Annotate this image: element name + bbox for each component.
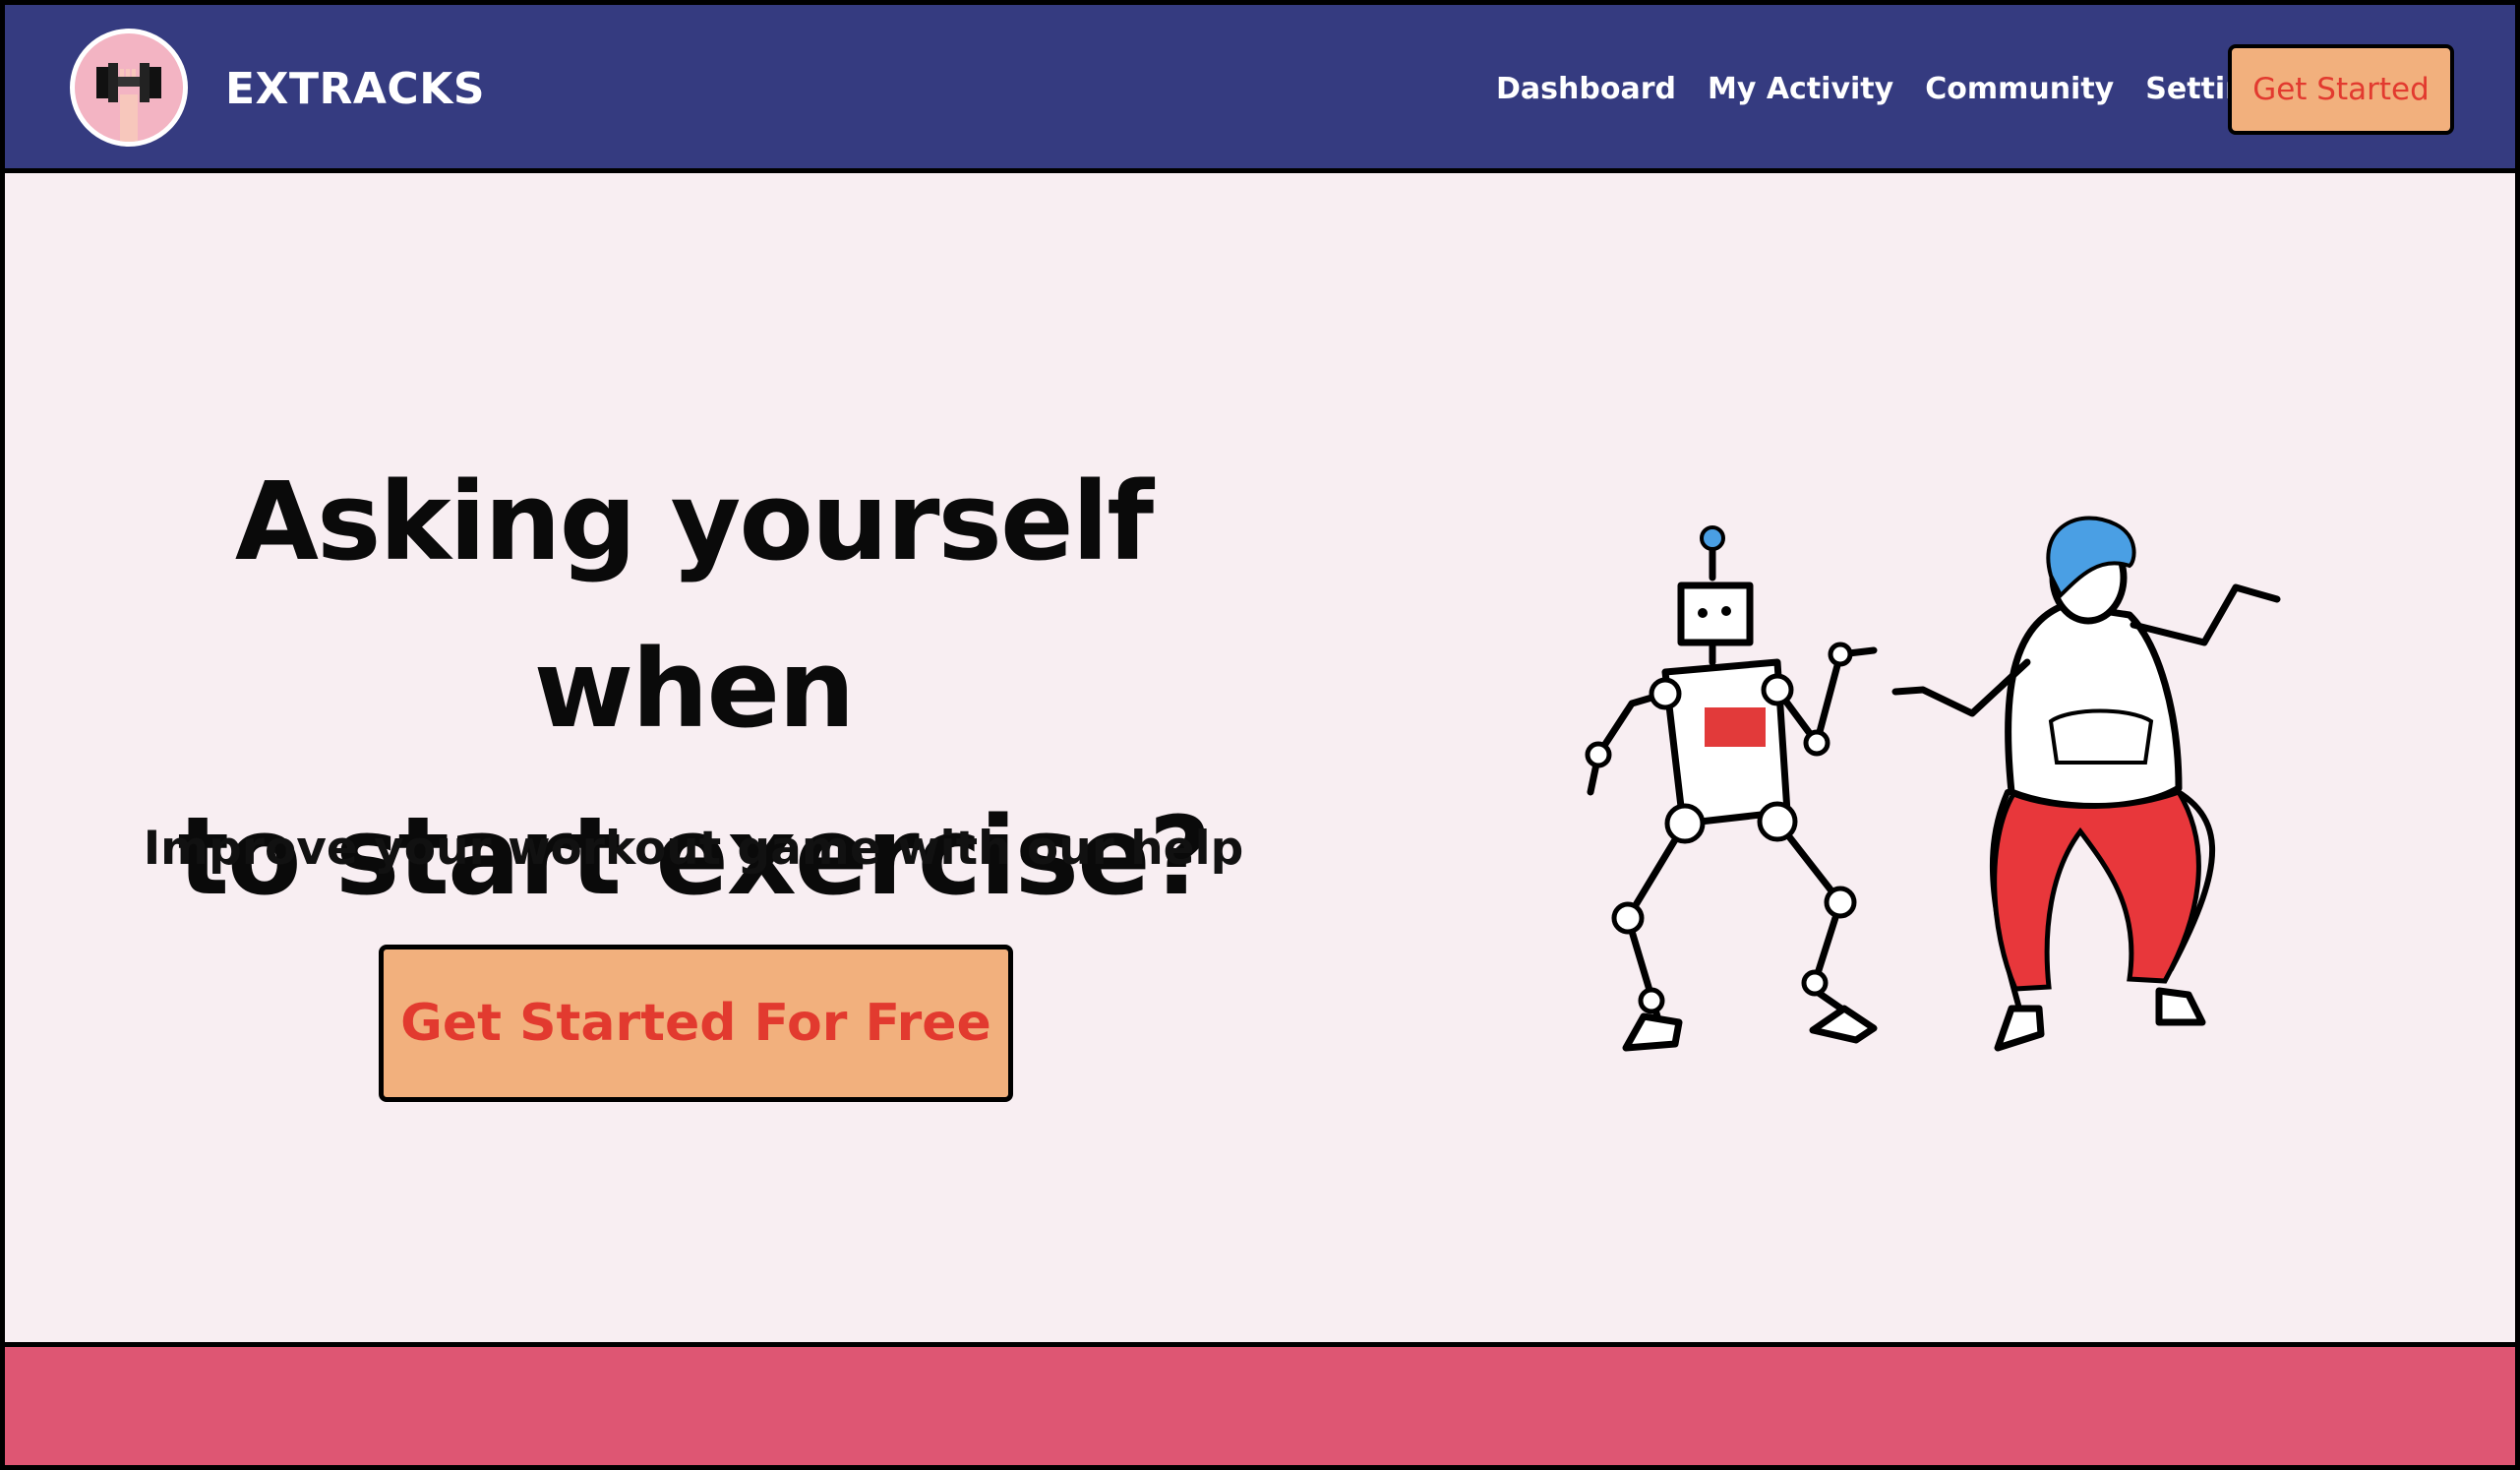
robot-and-person-dancing-illustration [1585,516,2281,1052]
page-frame: EXTRACKS Dashboard My Activity Community… [0,0,2520,1470]
get-started-button[interactable]: Get Started [2228,44,2454,135]
brand-name[interactable]: EXTRACKS [225,64,485,114]
navbar: EXTRACKS Dashboard My Activity Community… [5,5,2515,173]
nav-my-activity[interactable]: My Activity [1708,72,1893,106]
hero-subtitle: Improve your workout game with our help [143,822,1244,876]
get-started-free-button[interactable]: Get Started For Free [379,945,1013,1102]
nav-links: Dashboard My Activity Community Setting [1496,72,2299,106]
nav-community[interactable]: Community [1925,72,2114,106]
hero-title-line1: Asking yourself when [234,459,1154,752]
dumbbell-logo-icon[interactable] [70,29,188,147]
nav-dashboard[interactable]: Dashboard [1496,72,1676,106]
bottom-section-band [5,1342,2515,1465]
